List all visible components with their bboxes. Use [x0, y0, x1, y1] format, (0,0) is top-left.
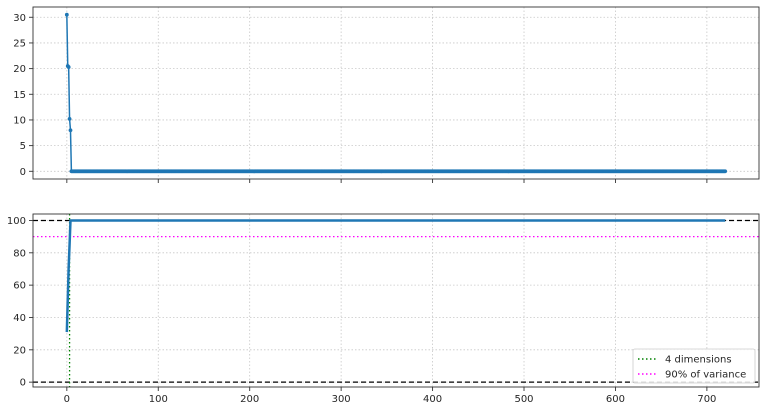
y-tick-label: 15 — [13, 90, 26, 101]
data-point — [67, 117, 72, 121]
y-tick-label: 20 — [13, 64, 26, 75]
y-tick-label: 0 — [20, 378, 26, 389]
legend-label: 90% of variance — [665, 370, 746, 381]
y-tick-label: 80 — [13, 248, 26, 259]
axes-frame — [32, 6, 760, 180]
chart-panel-2: 0 100 200 300 400 500 600 700 0 20 40 60 80 100 4 dime… — [7, 213, 760, 405]
data-point — [723, 169, 728, 174]
series-line — [66, 14, 726, 173]
y-tick-label: 10 — [13, 115, 26, 126]
x-tick-label: 100 — [149, 394, 168, 405]
chart-panel-1: 0 5 10 15 20 25 30 — [13, 6, 760, 183]
legend: 4 dimensions 90% of variance — [632, 348, 756, 384]
x-tick-label: 500 — [514, 394, 533, 405]
data-point — [64, 12, 69, 17]
chart-figure: 0 5 10 15 20 25 30 0 100 200 300 400 500 600 700 0 20 40 6… — [0, 0, 765, 411]
y-tick-label: 25 — [13, 38, 26, 49]
x-tick-label: 700 — [697, 394, 716, 405]
x-tick-label: 600 — [606, 394, 625, 405]
legend-label: 4 dimensions — [665, 355, 732, 366]
x-tick-label: 300 — [332, 394, 351, 405]
data-point — [68, 128, 73, 133]
y-tick-label: 100 — [7, 216, 26, 227]
x-tick-label: 400 — [423, 394, 442, 405]
plot-area — [64, 12, 728, 174]
y-tick-label: 40 — [13, 313, 26, 324]
chart-svg: 0510152025300 100 200 300 400 500 600 700020406… — [7, 6, 760, 405]
x-tick-label: 200 — [240, 394, 259, 405]
y-tick-label: 30 — [13, 13, 26, 24]
y-tick-label: 60 — [13, 281, 26, 292]
y-tick-label: 0 — [20, 167, 26, 178]
y-tick-label: 20 — [13, 345, 26, 356]
y-tick-label: 5 — [20, 141, 26, 152]
data-point — [66, 65, 71, 69]
x-tick-label: 0 — [64, 394, 70, 405]
